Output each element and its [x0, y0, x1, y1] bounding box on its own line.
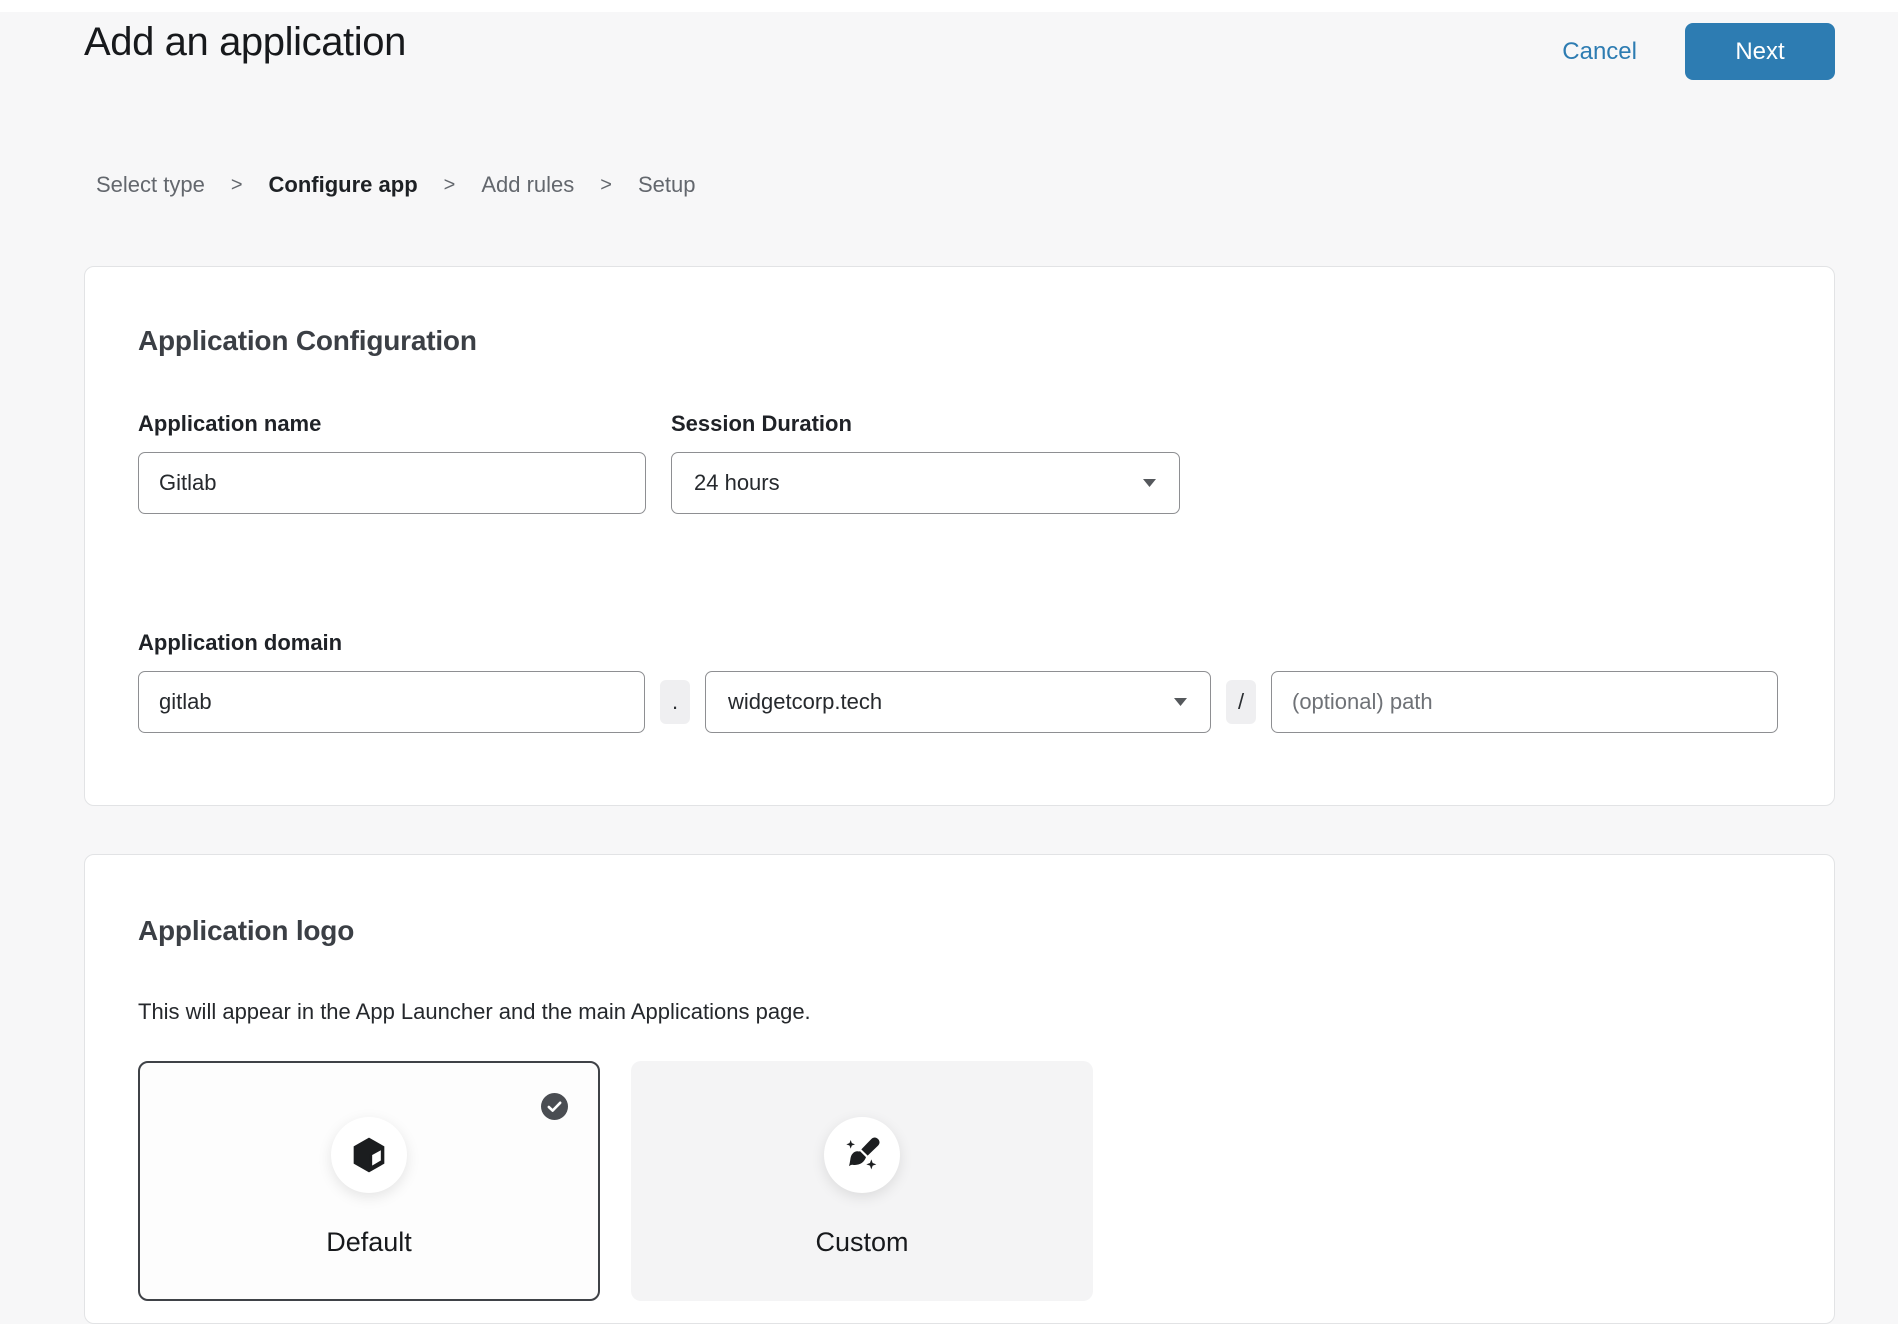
domain-select-value: widgetcorp.tech	[728, 689, 882, 715]
page-title: Add an application	[84, 20, 406, 65]
brush-icon	[842, 1135, 882, 1175]
session-duration-label: Session Duration	[671, 411, 1180, 437]
cube-icon	[349, 1135, 389, 1175]
application-name-label: Application name	[138, 411, 646, 437]
top-white-strip	[0, 0, 1898, 12]
breadcrumb-step-setup[interactable]: Setup	[638, 172, 696, 198]
logo-option-tiles: Default Custom	[138, 1061, 1778, 1301]
name-session-row: Application name Session Duration 24 hou…	[138, 411, 1778, 514]
logo-option-custom[interactable]: Custom	[631, 1061, 1093, 1301]
chevron-down-icon	[1173, 697, 1188, 707]
subdomain-input[interactable]	[138, 671, 645, 733]
application-domain-row: . widgetcorp.tech /	[138, 671, 1778, 733]
breadcrumb-separator: >	[231, 174, 243, 197]
application-configuration-heading: Application Configuration	[138, 325, 1778, 357]
session-duration-field-group: Session Duration 24 hours	[671, 411, 1180, 514]
next-button[interactable]: Next	[1685, 23, 1835, 80]
application-logo-card: Application logo This will appear in the…	[84, 854, 1835, 1324]
application-name-input[interactable]	[138, 452, 646, 514]
session-duration-value: 24 hours	[694, 470, 780, 496]
application-domain-label: Application domain	[138, 630, 1778, 656]
breadcrumb-step-add-rules[interactable]: Add rules	[481, 172, 574, 198]
session-duration-select[interactable]: 24 hours	[671, 452, 1180, 514]
default-logo-circle	[331, 1117, 407, 1193]
logo-option-default[interactable]: Default	[138, 1061, 600, 1301]
application-logo-heading: Application logo	[138, 915, 1778, 947]
page-header: Add an application Cancel Next	[84, 20, 1835, 80]
breadcrumb-step-select-type[interactable]: Select type	[96, 172, 205, 198]
breadcrumb: Select type > Configure app > Add rules …	[96, 172, 1835, 198]
custom-logo-circle	[824, 1117, 900, 1193]
dot-separator: .	[660, 680, 690, 724]
cancel-button[interactable]: Cancel	[1562, 38, 1637, 66]
header-actions: Cancel Next	[1562, 23, 1835, 80]
breadcrumb-step-configure-app[interactable]: Configure app	[269, 172, 418, 198]
breadcrumb-separator: >	[600, 174, 612, 197]
application-name-field-group: Application name	[138, 411, 646, 514]
breadcrumb-separator: >	[444, 174, 456, 197]
slash-separator: /	[1226, 680, 1256, 724]
path-input[interactable]	[1271, 671, 1778, 733]
add-application-page: Add an application Cancel Next Select ty…	[0, 20, 1898, 1324]
application-logo-description: This will appear in the App Launcher and…	[138, 999, 1778, 1025]
logo-option-label: Custom	[815, 1227, 908, 1258]
domain-select[interactable]: widgetcorp.tech	[705, 671, 1211, 733]
chevron-down-icon	[1142, 478, 1157, 488]
check-icon	[541, 1093, 568, 1120]
application-domain-section: Application domain . widgetcorp.tech /	[138, 630, 1778, 733]
logo-option-label: Default	[326, 1227, 412, 1258]
application-configuration-card: Application Configuration Application na…	[84, 266, 1835, 806]
